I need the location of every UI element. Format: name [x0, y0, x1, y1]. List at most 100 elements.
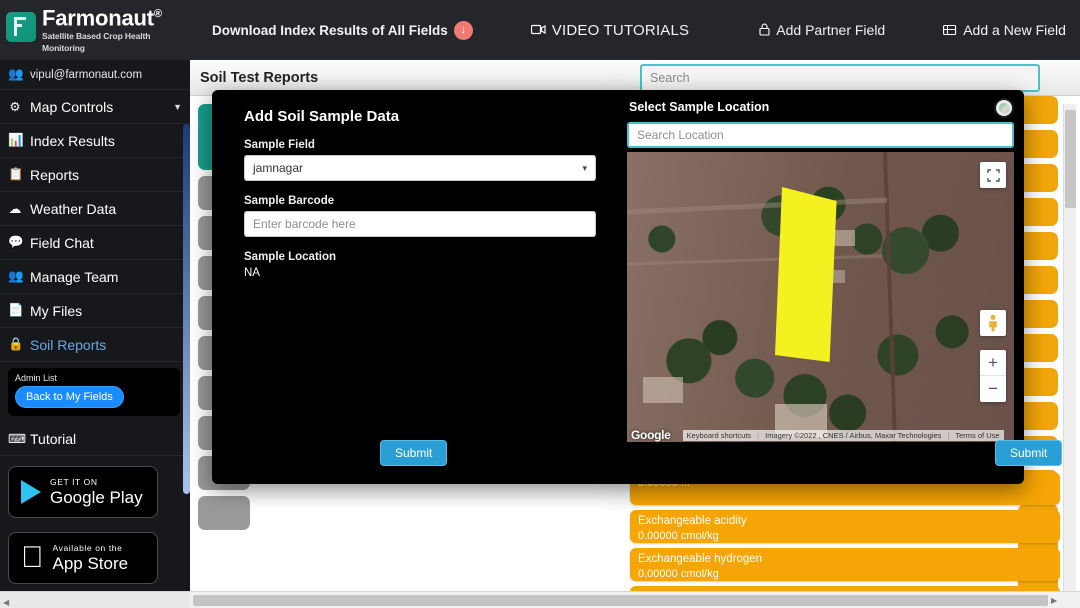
scrollbar-thumb[interactable] [193, 594, 1048, 606]
search-placeholder: Search [650, 71, 690, 85]
sample-field-select[interactable]: jamnagar ▾ [244, 155, 596, 181]
modal-left-pane: Add Soil Sample Data Sample Field jamnag… [212, 90, 620, 484]
sidebar-item-manage-team[interactable]: 👥 Manage Team [0, 260, 190, 294]
submit-button[interactable]: Submit [380, 440, 448, 466]
sidebar-item-label: Reports [30, 166, 80, 183]
modal-right-pane: Select Sample Location Search Location +… [617, 90, 1063, 484]
file-icon: 📄 [8, 303, 24, 317]
sidebar-item-label: Soil Reports [30, 336, 107, 353]
sidebar-item-label: Index Results [30, 132, 115, 149]
farmonaut-leaf-logo-icon [6, 12, 36, 42]
sidebar-item-tutorial[interactable]: ⌨ Tutorial [0, 422, 190, 456]
sidebar-item-label: My Files [30, 302, 83, 319]
download-index-results-button[interactable]: Download Index Results of All Fields ↓ [212, 20, 473, 40]
sidebar-item-label: Field Chat [30, 234, 94, 251]
bottom-left-scroll-stub: ◀ [0, 591, 190, 608]
sample-field-label: Sample Field [244, 139, 315, 151]
registered-mark: ® [153, 7, 162, 20]
download-index-results-label: Download Index Results of All Fields [212, 22, 448, 38]
sidebar-item-label: Map Controls [30, 98, 114, 115]
scroll-left-arrow-icon[interactable]: ◀ [3, 598, 9, 607]
list-item[interactable] [1018, 300, 1058, 328]
list-item[interactable] [1018, 232, 1058, 260]
submit-button[interactable]: Submit [995, 440, 1063, 466]
cloud-icon: ☁ [8, 202, 22, 216]
sidebar-item-weather-data[interactable]: ☁ Weather Data [0, 192, 190, 226]
admin-list-panel: Admin List Back to My Fields [8, 368, 180, 416]
sidebar-item-reports[interactable]: 📋 Reports [0, 158, 190, 192]
keyboard-shortcuts-link[interactable]: Keyboard shortcuts [687, 431, 752, 440]
app-root: Farmonaut® Satellite Based Crop Health M… [0, 0, 1080, 608]
zoom-in-button[interactable]: + [980, 350, 1006, 376]
list-item[interactable] [1018, 198, 1058, 226]
sidebar-item-map-controls[interactable]: ⚙ Map Controls ▼ [0, 90, 190, 124]
sidebar-item-label: Manage Team [30, 268, 119, 285]
sample-barcode-input[interactable]: Enter barcode here [244, 211, 596, 237]
list-item[interactable] [1018, 334, 1058, 362]
location-search-input[interactable]: Search Location [627, 122, 1014, 148]
video-tutorials-button[interactable]: VIDEO TUTORIALS [530, 22, 689, 39]
sidebar-item-index-results[interactable]: 📊 Index Results [0, 124, 190, 158]
back-to-my-fields-button[interactable]: Back to My Fields [15, 386, 124, 408]
chevron-down-icon[interactable]: ▼ [173, 102, 182, 112]
sidebar-user-email: vipul@farmonaut.com [30, 68, 143, 81]
app-store-badge-button[interactable]:  Available on the App Store [8, 532, 158, 584]
left-sidebar: 👥 vipul@farmonaut.com ⚙ Map Controls ▼ 📊… [0, 60, 190, 608]
sidebar-item-field-chat[interactable]: 💬 Field Chat [0, 226, 190, 260]
satellite-map[interactable]: + − Google Keyboard shortcuts | Imagery … [627, 152, 1014, 442]
map-footer: Google Keyboard shortcuts | Imagery ©202… [627, 428, 1014, 442]
top-nav-items: Download Index Results of All Fields ↓ V… [190, 0, 1080, 60]
sample-barcode-placeholder: Enter barcode here [253, 217, 356, 231]
parameter-name: Exchangeable hydrogen [638, 553, 763, 565]
bar-chart-icon: 📊 [8, 133, 24, 147]
google-play-badge-button[interactable]: GET IT ON Google Play [8, 466, 158, 518]
store-sub-label: Available on the [30, 543, 122, 553]
chevron-down-icon: ▾ [582, 162, 587, 173]
keyboard-icon: ⌨ [8, 432, 27, 446]
soil-lock-icon: 🔒 [8, 337, 24, 351]
sidebar-user-email-row[interactable]: 👥 vipul@farmonaut.com [0, 60, 190, 90]
list-item[interactable] [1018, 368, 1058, 396]
sample-location-label: Sample Location [244, 251, 337, 263]
fullscreen-icon[interactable] [980, 162, 1006, 188]
street-view-pegman-icon[interactable] [980, 310, 1006, 336]
map-zoom-controls[interactable]: + − [980, 350, 1006, 402]
sidebar-item-my-files[interactable]: 📄 My Files [0, 294, 190, 328]
sidebar-item-label: Tutorial [30, 430, 77, 447]
brand-logo-area[interactable]: Farmonaut® Satellite Based Crop Health M… [0, 0, 190, 60]
sidebar-scrollbar[interactable] [183, 124, 190, 494]
scrollbar-thumb[interactable] [1065, 110, 1076, 208]
page-title: Soil Test Reports [200, 69, 319, 86]
terms-of-use-link[interactable]: Terms of Use [955, 431, 999, 440]
add-partner-field-label: Add Partner Field [776, 22, 886, 38]
list-item[interactable] [1018, 96, 1058, 124]
table-row[interactable]: Exchangeable hydrogen 0.00000 cmol/kg [630, 548, 1060, 581]
list-item[interactable] [1018, 266, 1058, 294]
user-group-icon: 👥 [8, 67, 24, 81]
soil-parameter-list: 3.80000 ... Exchangeable acidity 0.00000… [630, 472, 1060, 608]
clipboard-icon: 📋 [8, 167, 24, 181]
chat-bubble-icon: 💬 [8, 235, 24, 249]
list-item[interactable] [1018, 130, 1058, 158]
admin-list-label: Admin List [15, 373, 58, 383]
download-arrow-icon[interactable]: ↓ [453, 20, 473, 40]
search-input[interactable]: Search [640, 64, 1040, 92]
add-new-field-button[interactable]: Add a New Field [943, 22, 1066, 38]
table-row[interactable]: Exchangeable acidity 0.00000 cmol/kg [630, 510, 1060, 543]
list-item[interactable] [198, 496, 250, 530]
app-store-badge-text: Available on the App Store [53, 543, 129, 573]
add-partner-field-button[interactable]: Add Partner Field [759, 22, 885, 38]
google-watermark: Google [631, 428, 671, 442]
attribution-separator: | [757, 430, 760, 440]
list-item[interactable] [1018, 402, 1058, 430]
sidebar-item-soil-reports[interactable]: 🔒 Soil Reports [0, 328, 190, 362]
content-vertical-scrollbar[interactable] [1063, 104, 1076, 598]
zoom-out-button[interactable]: − [980, 376, 1006, 402]
lock-icon [759, 23, 770, 38]
map-globe-icon[interactable] [994, 98, 1014, 118]
list-item[interactable] [1018, 164, 1058, 192]
horizontal-scrollbar[interactable]: ▶ [190, 591, 1080, 608]
modal-title: Add Soil Sample Data [244, 108, 400, 125]
scroll-right-arrow-icon[interactable]: ▶ [1051, 596, 1057, 605]
location-search-placeholder: Search Location [637, 128, 724, 142]
